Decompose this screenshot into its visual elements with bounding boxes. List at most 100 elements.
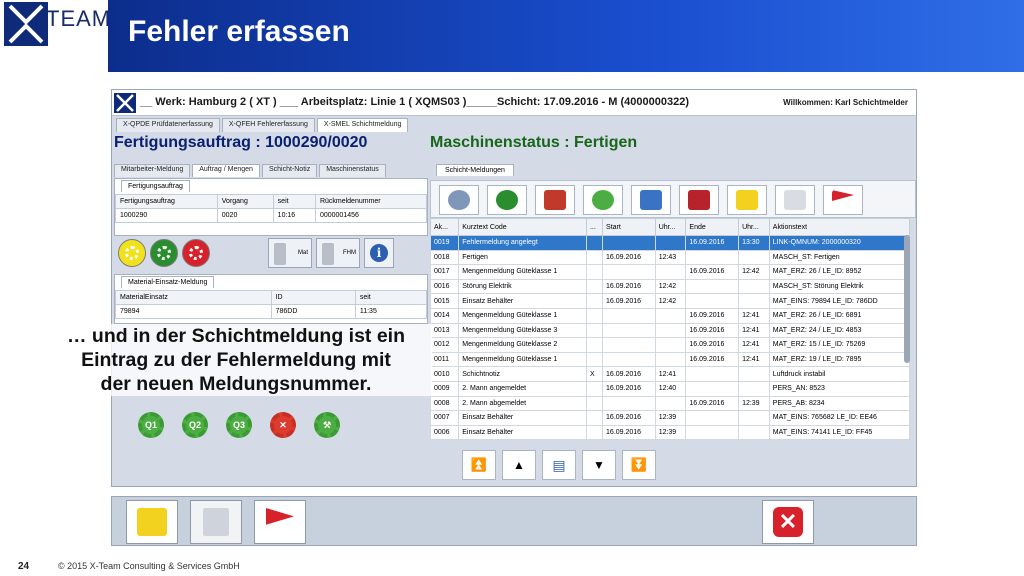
q3-button[interactable]: Q3 xyxy=(224,410,254,440)
tab-pruefdaten[interactable]: X-QPDE Prüfdatenerfassung xyxy=(116,118,220,132)
table-cell: 12:41 xyxy=(654,366,687,382)
col-header[interactable]: Uhr... xyxy=(654,218,687,236)
table-row[interactable]: 0015 Einsatz Behälter 16.09.2016 12:42 MAT_E… xyxy=(429,293,911,309)
table-row[interactable]: 0016 Störung Elektrik 16.09.2016 12:42 MASCH… xyxy=(429,278,911,295)
table-row[interactable]: 0009 2. Mann angemeldet 16.09.2016 12:40 PER… xyxy=(429,380,911,397)
table-row[interactable]: 0008 2. Mann abgemeldet 16.09.2016 12:39 PER… xyxy=(429,395,911,412)
wrench-gear-button[interactable]: ⚒ xyxy=(312,410,342,440)
order-panel-tab[interactable]: Fertigungsauftrag xyxy=(121,180,190,192)
cancel-icon: ✕ xyxy=(773,507,803,537)
material-cell: 11:35 xyxy=(354,304,428,319)
first-page-button[interactable]: ⏫ xyxy=(462,450,496,480)
machine-button[interactable] xyxy=(535,185,575,215)
tab-auftrag[interactable]: Auftrag / Mengen xyxy=(192,164,260,177)
details-button[interactable]: ▤ xyxy=(542,450,576,480)
material-header: MaterialEinsatz xyxy=(115,290,272,305)
table-cell: 16.09.2016 xyxy=(685,264,740,280)
order-row[interactable]: 1000290 0020 10:16 0000001456 xyxy=(115,208,428,223)
table-cell: Fehlermeldung angelegt xyxy=(458,235,587,251)
page-up-button[interactable]: ▲ xyxy=(502,450,536,480)
table-cell: 16.09.2016 xyxy=(685,351,740,368)
fhm-button[interactable]: FHM xyxy=(316,238,360,268)
green-gear-toolbar-button[interactable] xyxy=(487,185,527,215)
info-button[interactable]: i xyxy=(364,238,394,268)
col-header[interactable]: Start xyxy=(602,218,656,236)
table-row[interactable]: 0006 Einsatz Behälter 16.09.2016 12:39 MAT_E… xyxy=(429,424,911,441)
q1-button[interactable]: Q1 xyxy=(136,410,166,440)
col-header[interactable]: ... xyxy=(585,218,604,236)
table-cell: LINK-QMNUM: 2000000320 xyxy=(768,235,911,251)
tab-schichtmeldung[interactable]: X-SMEL Schichtmeldung xyxy=(316,118,409,132)
table-cell xyxy=(585,264,604,280)
col-header[interactable]: Kurztext Code xyxy=(458,218,587,236)
yellow-gear-button[interactable] xyxy=(118,239,146,267)
table-cell: 16.09.2016 xyxy=(685,395,740,412)
puzzle-button[interactable] xyxy=(727,185,767,215)
table-cell xyxy=(585,380,604,397)
app-title-bar: __ Werk: Hamburg 2 ( XT ) ___ Arbeitspla… xyxy=(112,90,916,116)
col-header[interactable]: Uhr... xyxy=(738,218,770,236)
document-flag-bottom-button[interactable] xyxy=(190,500,242,544)
edit-note-button[interactable] xyxy=(631,185,671,215)
table-row[interactable]: 0017 Mengenmeldung Güteklasse 1 16.09.2016… xyxy=(429,264,911,280)
table-row[interactable]: 0012 Mengenmeldung Güteklasse 2 16.09.2016… xyxy=(429,337,911,353)
page-down-button[interactable]: ▼ xyxy=(582,450,616,480)
double-up-icon: ⏫ xyxy=(470,457,488,472)
table-cell: 12:39 xyxy=(654,424,687,441)
tab-mitarbeiter[interactable]: Mitarbeiter-Meldung xyxy=(114,164,191,177)
order-header: seit xyxy=(272,194,316,209)
error-gear-button[interactable]: ✕ xyxy=(268,410,298,440)
error-gear-icon: ✕ xyxy=(270,412,296,438)
red-flag-bottom-button[interactable] xyxy=(254,500,306,544)
table-cell xyxy=(585,395,604,412)
app-logo-icon xyxy=(114,93,136,113)
col-header[interactable]: Ende xyxy=(685,218,740,236)
table-row[interactable]: 0010 Schichtnotiz X 16.09.2016 12:41 Luftdruc… xyxy=(429,366,911,382)
material-row[interactable]: 79894 786DD 11:35 xyxy=(115,304,428,319)
table-cell: MAT_ERZ: 19 / LE_ID: 7895 xyxy=(768,351,911,368)
document-flag-button[interactable] xyxy=(775,185,815,215)
q2-button[interactable]: Q2 xyxy=(180,410,210,440)
schicht-meldungen-tab[interactable]: Schicht-Meldungen xyxy=(436,164,514,176)
edit-note-icon xyxy=(640,190,662,210)
puzzle-bottom-button[interactable] xyxy=(126,500,178,544)
table-cell: 12:42 xyxy=(654,293,687,309)
worker-button[interactable] xyxy=(439,185,479,215)
table-scrollbar[interactable] xyxy=(904,235,910,363)
info-icon: i xyxy=(370,244,388,262)
red-flag-button[interactable] xyxy=(823,185,863,215)
tools-button[interactable] xyxy=(679,185,719,215)
check-gear-button[interactable] xyxy=(583,185,623,215)
table-cell xyxy=(602,337,656,353)
page-number: 24 xyxy=(18,561,30,572)
table-cell xyxy=(585,235,604,251)
material-panel-tab[interactable]: Material-Einsatz-Meldung xyxy=(121,276,215,288)
table-row[interactable]: 0007 Einsatz Behälter 16.09.2016 12:39 MAT_E… xyxy=(429,410,911,426)
cancel-button[interactable]: ✕ xyxy=(762,500,814,544)
col-header[interactable]: Ak... xyxy=(429,218,460,236)
col-header[interactable]: Aktionstext xyxy=(768,218,911,236)
table-cell: 16.09.2016 xyxy=(685,337,740,353)
tab-fehlererfassung[interactable]: X-QFEH Fehlererfassung xyxy=(221,118,315,132)
table-cell: Einsatz Behälter xyxy=(458,293,587,309)
right-panel: Schicht-Meldungen Ak... Kurztext Code ..… xyxy=(429,164,916,486)
table-row[interactable]: 0013 Mengenmeldung Güteklasse 3 16.09.2016… xyxy=(429,322,911,339)
table-row[interactable]: 0019 Fehlermeldung angelegt 16.09.2016 13:3… xyxy=(429,235,911,251)
red-gear-button[interactable] xyxy=(182,239,210,267)
tab-maschinenstatus[interactable]: Maschinenstatus xyxy=(319,164,386,177)
gear-icon: Q2 xyxy=(182,412,208,438)
mat-button[interactable]: Mat xyxy=(268,238,312,268)
table-cell xyxy=(654,337,687,353)
tab-schichtnotiz[interactable]: Schicht-Notiz xyxy=(261,164,318,177)
quality-button-row: Q1 Q2 Q3 ✕ ⚒ xyxy=(136,410,342,440)
table-cell: Störung Elektrik xyxy=(458,278,587,295)
table-cell: MAT_ERZ: 26 / LE_ID: 8952 xyxy=(768,264,911,280)
last-page-button[interactable]: ⏬ xyxy=(622,450,656,480)
green-gear-button[interactable] xyxy=(150,239,178,267)
table-row[interactable]: 0014 Mengenmeldung Güteklasse 1 16.09.2016… xyxy=(429,307,911,324)
table-cell: 0019 xyxy=(429,235,460,251)
table-row[interactable]: 0018 Fertigen 16.09.2016 12:43 MASCH_ST: Fer… xyxy=(429,249,911,266)
table-row[interactable]: 0011 Mengenmeldung Güteklasse 1 16.09.2016… xyxy=(429,351,911,368)
table-cell: MAT_EINS: 79894 LE_ID: 786DD xyxy=(768,293,911,309)
welcome-text: Willkommen: Karl Schichtmelder xyxy=(783,98,908,107)
